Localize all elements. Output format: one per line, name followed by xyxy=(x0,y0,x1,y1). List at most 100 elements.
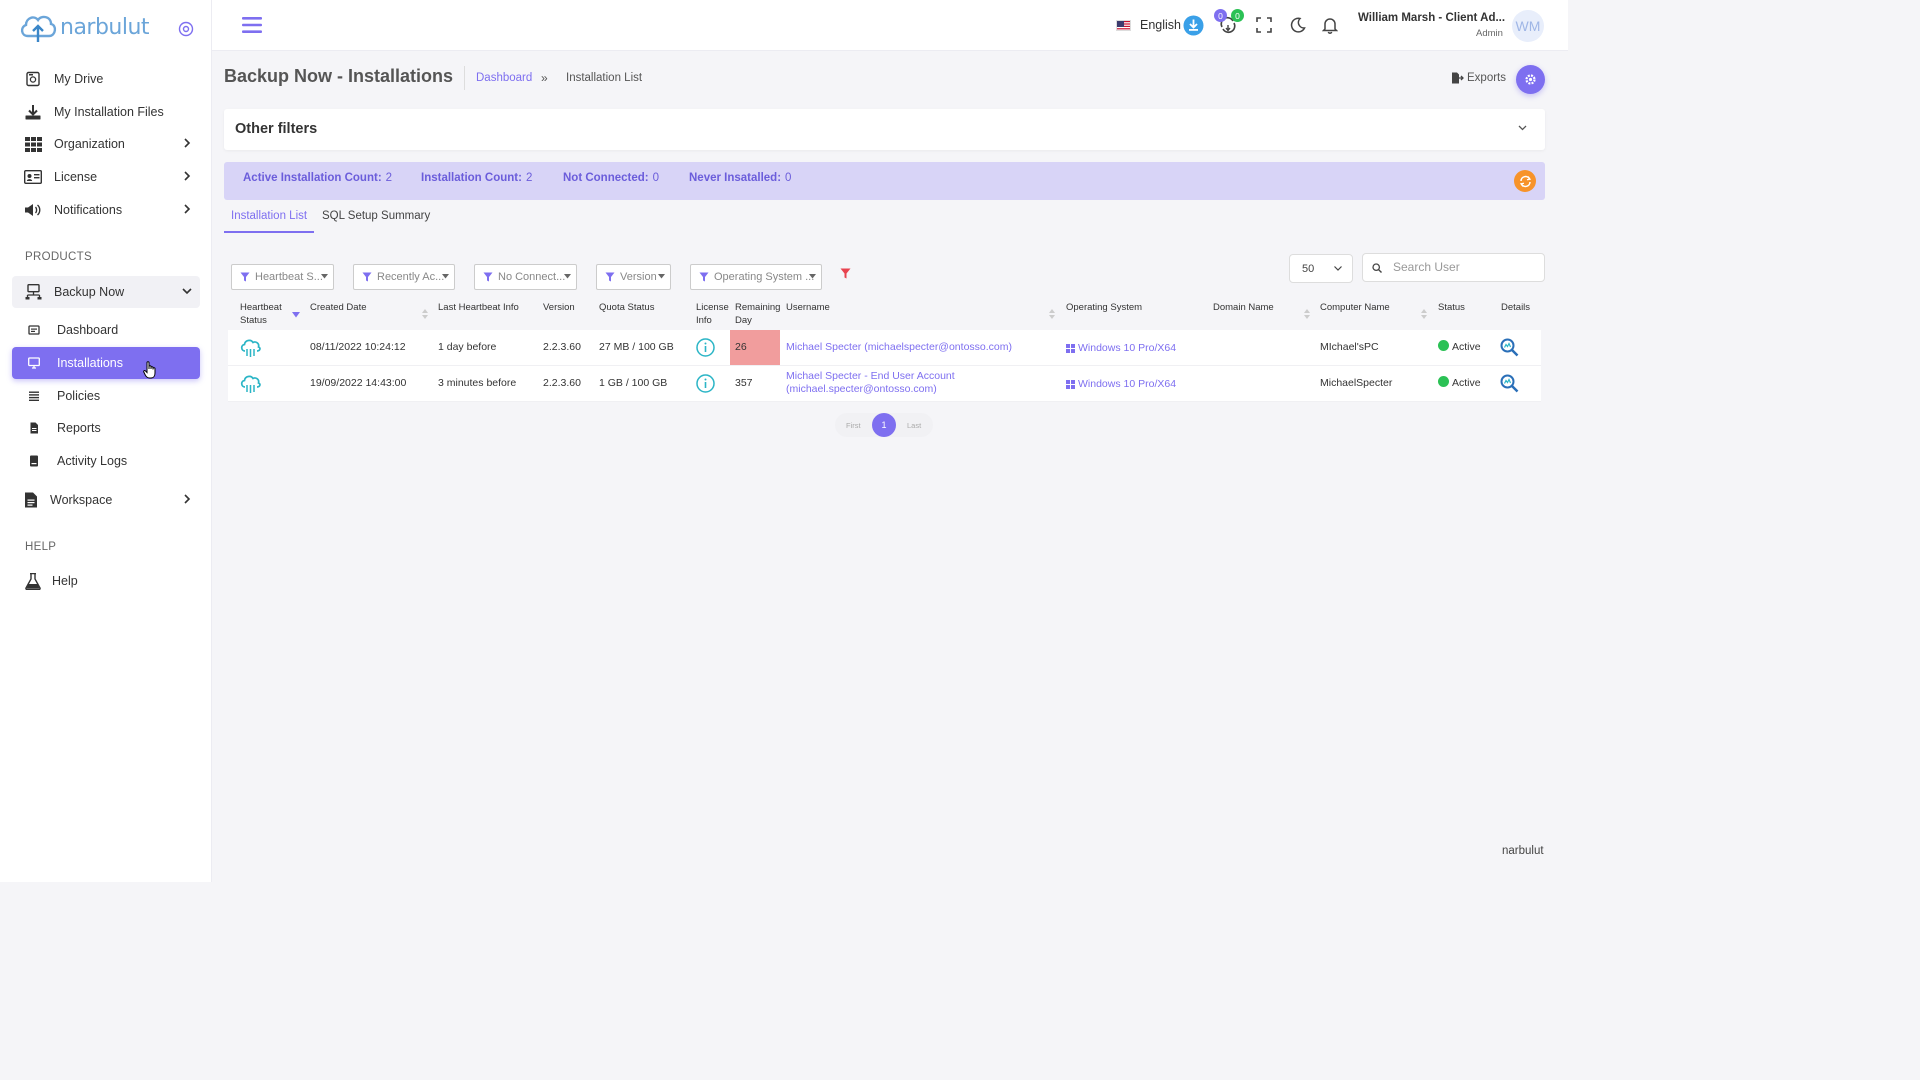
sidebar-item-license[interactable]: License xyxy=(12,161,200,193)
logo[interactable]: narbulut xyxy=(18,10,150,44)
fullscreen-button[interactable] xyxy=(1253,14,1275,36)
pagination-last[interactable]: Last xyxy=(907,421,921,430)
operating-system-link[interactable]: Windows 10 Pro/X64 xyxy=(1066,342,1176,354)
clear-filters-icon[interactable] xyxy=(840,268,851,279)
dark-mode-toggle[interactable] xyxy=(1287,14,1309,36)
sidebar-collapse-icon[interactable] xyxy=(178,21,194,37)
os-label: Windows 10 Pro/X64 xyxy=(1078,378,1177,390)
sidebar-item-label: Help xyxy=(52,574,78,588)
status-label: Active xyxy=(1452,377,1481,389)
exports-button[interactable]: Exports xyxy=(1451,72,1506,84)
column-header-last-heartbeat[interactable]: Last Heartbeat Info xyxy=(438,302,519,315)
refresh-button[interactable] xyxy=(1514,170,1536,192)
sort-icon[interactable] xyxy=(422,309,428,319)
column-header-heartbeat-status[interactable]: Heartbeat Status xyxy=(240,302,282,327)
pagination-first[interactable]: First xyxy=(846,421,861,430)
header-line: Status xyxy=(240,314,267,326)
language-selector[interactable]: English xyxy=(1116,18,1181,32)
chevron-right-icon xyxy=(184,138,191,148)
footer-brand: narbulut xyxy=(1502,845,1544,857)
sidebar-item-notifications[interactable]: Notifications xyxy=(12,194,200,226)
search-input[interactable] xyxy=(1393,260,1533,274)
us-flag-icon xyxy=(1116,19,1131,31)
sort-icon[interactable] xyxy=(1304,309,1310,319)
pagination-current-page[interactable]: 1 xyxy=(872,413,896,437)
sidebar-item-installations[interactable]: Installations xyxy=(12,347,200,379)
sidebar-item-workspace[interactable]: Workspace xyxy=(12,484,200,516)
hamburger-menu-icon[interactable] xyxy=(242,16,262,34)
username-link[interactable]: Michael Specter (michaelspecter@ontosso.… xyxy=(786,341,1012,353)
info-circle-icon[interactable] xyxy=(696,374,715,393)
fullscreen-icon xyxy=(1256,17,1272,33)
operating-system-filter[interactable]: Operating System ... xyxy=(690,264,822,290)
info-circle-icon[interactable] xyxy=(696,338,715,357)
filter-label: Recently Ac... xyxy=(377,271,445,283)
other-filters-panel[interactable]: Other filters xyxy=(224,109,1545,150)
chevron-down-icon[interactable] xyxy=(1518,125,1527,131)
sort-desc-icon[interactable] xyxy=(292,312,300,318)
stat-value: 0 xyxy=(785,172,792,184)
operating-system-link[interactable]: Windows 10 Pro/X64 xyxy=(1066,378,1176,390)
filter-label: No Connect... xyxy=(498,271,566,283)
version-filter[interactable]: Version xyxy=(596,264,671,290)
column-header-version[interactable]: Version xyxy=(543,302,575,315)
sidebar-item-help[interactable]: Help xyxy=(12,565,200,597)
tab-sql-setup-summary[interactable]: SQL Setup Summary xyxy=(322,210,430,233)
username-link[interactable]: Michael Specter - End User Account (mich… xyxy=(786,370,955,395)
column-header-computer-name[interactable]: Computer Name xyxy=(1320,302,1390,315)
breadcrumb-dashboard-link[interactable]: Dashboard xyxy=(476,72,532,84)
column-header-status[interactable]: Status xyxy=(1438,302,1465,315)
help-section-label: HELP xyxy=(25,541,57,553)
sidebar-item-label: Notifications xyxy=(54,203,123,217)
drive-icon xyxy=(24,70,42,88)
column-header-domain-name[interactable]: Domain Name xyxy=(1213,302,1274,315)
sidebar-item-activity-logs[interactable]: Activity Logs xyxy=(12,445,200,477)
filter-icon xyxy=(362,272,372,282)
download-circle-icon xyxy=(1183,15,1203,35)
chevron-down-icon xyxy=(1334,266,1342,271)
details-search-icon[interactable] xyxy=(1500,338,1519,357)
download-circle-button[interactable] xyxy=(1182,14,1204,36)
column-header-operating-system[interactable]: Operating System xyxy=(1066,302,1142,315)
breadcrumb-current: Installation List xyxy=(566,72,643,84)
sidebar-item-organization[interactable]: Organization xyxy=(12,128,200,160)
sidebar-item-policies[interactable]: Policies xyxy=(12,380,200,412)
list-icon xyxy=(28,390,40,402)
table-row: 08/11/2022 10:24:12 1 day before 2.2.3.6… xyxy=(228,330,1541,366)
notifications-button[interactable] xyxy=(1319,14,1341,36)
sort-icon[interactable] xyxy=(1421,309,1427,319)
tab-installation-list[interactable]: Installation List xyxy=(224,210,315,233)
sidebar-item-label: Activity Logs xyxy=(57,454,128,468)
column-header-license-info[interactable]: License Info xyxy=(696,302,729,327)
avatar[interactable]: WM xyxy=(1512,10,1544,42)
sort-icon[interactable] xyxy=(1049,309,1055,319)
chevron-down-icon xyxy=(182,288,192,295)
details-search-icon[interactable] xyxy=(1500,374,1519,393)
recently-active-filter[interactable]: Recently Ac... xyxy=(353,264,455,290)
sidebar-item-dashboard[interactable]: Dashboard xyxy=(12,314,200,346)
no-connection-filter[interactable]: No Connect... xyxy=(474,264,577,290)
sidebar-item-label: Organization xyxy=(54,137,125,151)
created-date: 19/09/2022 14:43:00 xyxy=(310,377,407,389)
column-header-created-date[interactable]: Created Date xyxy=(310,302,367,315)
user-name[interactable]: William Marsh - Client Ad... xyxy=(1358,12,1505,24)
stat-label: Installation Count: xyxy=(421,172,522,184)
bell-icon xyxy=(1322,17,1338,34)
sidebar-item-reports[interactable]: Reports xyxy=(12,412,200,444)
sidebar-item-my-drive[interactable]: My Drive xyxy=(12,63,200,95)
heartbeat-status-filter[interactable]: Heartbeat S... xyxy=(231,264,334,290)
chevron-right-icon xyxy=(184,204,191,214)
column-header-quota-status[interactable]: Quota Status xyxy=(599,302,654,315)
moon-icon xyxy=(1290,17,1306,33)
settings-button[interactable] xyxy=(1516,65,1545,94)
sync-button[interactable]: 0 0 xyxy=(1214,9,1244,36)
created-date: 08/11/2022 10:24:12 xyxy=(310,341,406,353)
log-icon xyxy=(28,455,40,467)
page-size-select[interactable]: 50 xyxy=(1289,254,1353,283)
never-installed-count: Never Insatalled: 0 xyxy=(689,172,791,184)
sidebar-item-my-installation-files[interactable]: My Installation Files xyxy=(12,96,200,128)
column-header-remaining-day[interactable]: Remaining Day xyxy=(735,302,780,327)
last-heartbeat: 1 day before xyxy=(438,341,497,353)
sidebar-item-backup-now[interactable]: Backup Now xyxy=(12,276,200,308)
column-header-username[interactable]: Username xyxy=(786,302,830,315)
